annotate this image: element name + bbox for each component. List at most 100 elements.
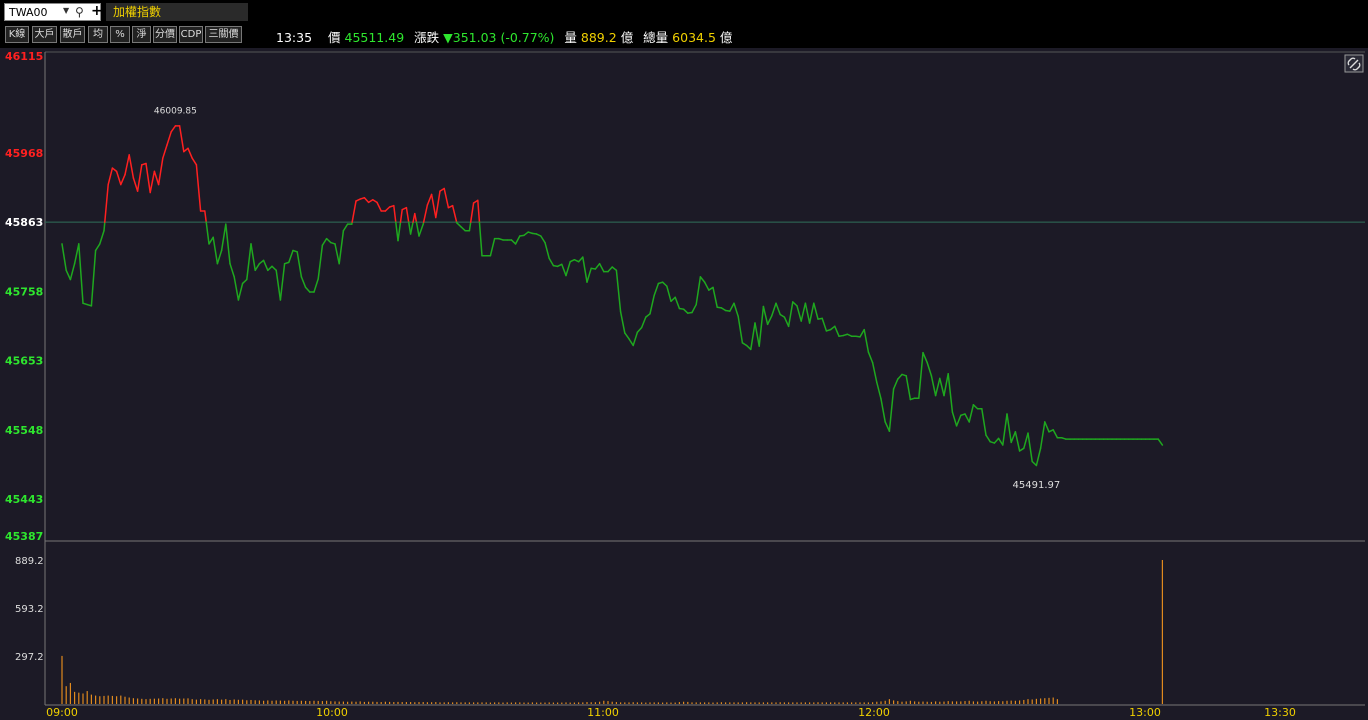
price-segment — [871, 361, 878, 384]
price-segment — [136, 164, 143, 192]
price-segment — [351, 200, 357, 223]
price-segment — [1157, 438, 1164, 446]
price-segment — [321, 237, 328, 246]
price-segment — [892, 378, 899, 390]
price-segment — [754, 322, 760, 347]
volume-tick: 593.2 — [15, 604, 44, 615]
three-levels-button[interactable]: 三關價 — [205, 26, 242, 43]
volume-bars — [61, 560, 1164, 704]
high-label: 46009.85 — [154, 106, 197, 116]
price-segment — [468, 221, 472, 232]
price-segment — [548, 257, 555, 267]
price-segment — [271, 265, 277, 272]
price-segment — [607, 266, 613, 273]
kline-button[interactable]: K線 — [5, 26, 29, 43]
price-segment — [624, 332, 630, 340]
price-segment — [212, 236, 219, 265]
price-segment — [645, 313, 651, 318]
price-segment — [430, 193, 437, 219]
chevron-down-icon[interactable]: ▼ — [63, 6, 69, 15]
price-segment — [972, 404, 979, 410]
average-button[interactable]: 均 — [88, 26, 108, 43]
price-segment — [128, 154, 135, 179]
price-segment — [813, 302, 819, 320]
net-button[interactable]: 淨 — [132, 26, 151, 43]
price-segment — [859, 328, 865, 338]
price-segment — [792, 301, 798, 307]
price-segment — [279, 262, 286, 301]
percent-button[interactable]: % — [110, 26, 130, 43]
price-segment — [930, 375, 937, 397]
price-segment — [993, 437, 1000, 444]
price-segment — [166, 131, 172, 146]
price-segment — [205, 221, 210, 245]
link-icon[interactable] — [1344, 54, 1364, 73]
price-segment — [1035, 447, 1042, 467]
price-segment — [544, 241, 550, 260]
price-segment — [435, 190, 441, 219]
price-segment — [170, 125, 177, 133]
search-icon[interactable]: ⚲ — [75, 5, 84, 19]
price-segment — [254, 262, 261, 272]
price-segment — [115, 170, 122, 186]
price-segment — [195, 164, 202, 212]
price-tick: 45758 — [5, 285, 43, 298]
price-segment — [414, 212, 418, 223]
price-segment — [267, 265, 273, 272]
retail-button[interactable]: 散戶 — [60, 26, 85, 43]
price-segment — [233, 276, 240, 301]
price-segment — [288, 249, 294, 264]
price-segment — [124, 154, 130, 176]
price-segment — [649, 294, 655, 315]
price-segment — [241, 278, 248, 285]
price-segment — [405, 206, 410, 223]
price-segment — [422, 204, 429, 223]
price-segment — [796, 305, 802, 322]
price-tick: 45968 — [5, 147, 43, 160]
price-segment — [640, 316, 647, 329]
major-holders-button[interactable]: 大戶 — [32, 26, 57, 43]
price-segment — [90, 249, 97, 307]
total-volume-label: 總量 — [643, 30, 669, 45]
price-volume-button[interactable]: 分價 — [153, 26, 177, 43]
price-segment — [296, 251, 303, 278]
price-segment — [653, 282, 660, 297]
price-segment — [489, 237, 496, 257]
price-segment — [540, 235, 546, 244]
price-segment — [145, 162, 151, 194]
symbol-input[interactable]: TWA00 ▼ ⚲ + — [4, 3, 103, 21]
price-segment — [104, 183, 109, 223]
add-icon[interactable]: + — [91, 3, 103, 19]
price-segment — [598, 262, 605, 273]
price-segment — [611, 266, 618, 272]
price-segment — [985, 434, 991, 443]
time-tick: 11:00 — [587, 706, 619, 719]
price-segment — [460, 226, 466, 232]
time-tick: 12:00 — [858, 706, 890, 719]
price-segment — [661, 281, 668, 287]
price-segment — [775, 302, 781, 316]
time-axis: 09:00 10:00 11:00 12:00 13:00 13:30 — [46, 706, 1296, 719]
cdp-button[interactable]: CDP — [179, 26, 203, 43]
price-segment — [880, 398, 886, 423]
price-segment — [834, 325, 840, 337]
price-segment — [733, 302, 739, 318]
price-segment — [246, 243, 252, 281]
quote-time: 13:35 — [276, 30, 313, 45]
total-volume-value: 6034.5 — [672, 30, 716, 45]
price-segment — [750, 322, 756, 351]
price-segment — [1023, 432, 1029, 450]
price-segment — [187, 147, 193, 159]
price-segment — [582, 256, 588, 283]
price-segment — [947, 373, 954, 413]
price-segment — [208, 236, 214, 245]
intraday-chart: 46115 45968 45863 45758 45653 45548 45443 45387… — [5, 50, 1365, 719]
price-segment — [997, 437, 1004, 446]
price-segment — [758, 305, 765, 347]
price-segment — [800, 302, 807, 322]
price-segment — [397, 221, 402, 242]
price-segment — [1027, 432, 1033, 463]
price-segment — [561, 263, 567, 277]
price-segment — [787, 301, 794, 328]
price-segment — [926, 361, 933, 377]
